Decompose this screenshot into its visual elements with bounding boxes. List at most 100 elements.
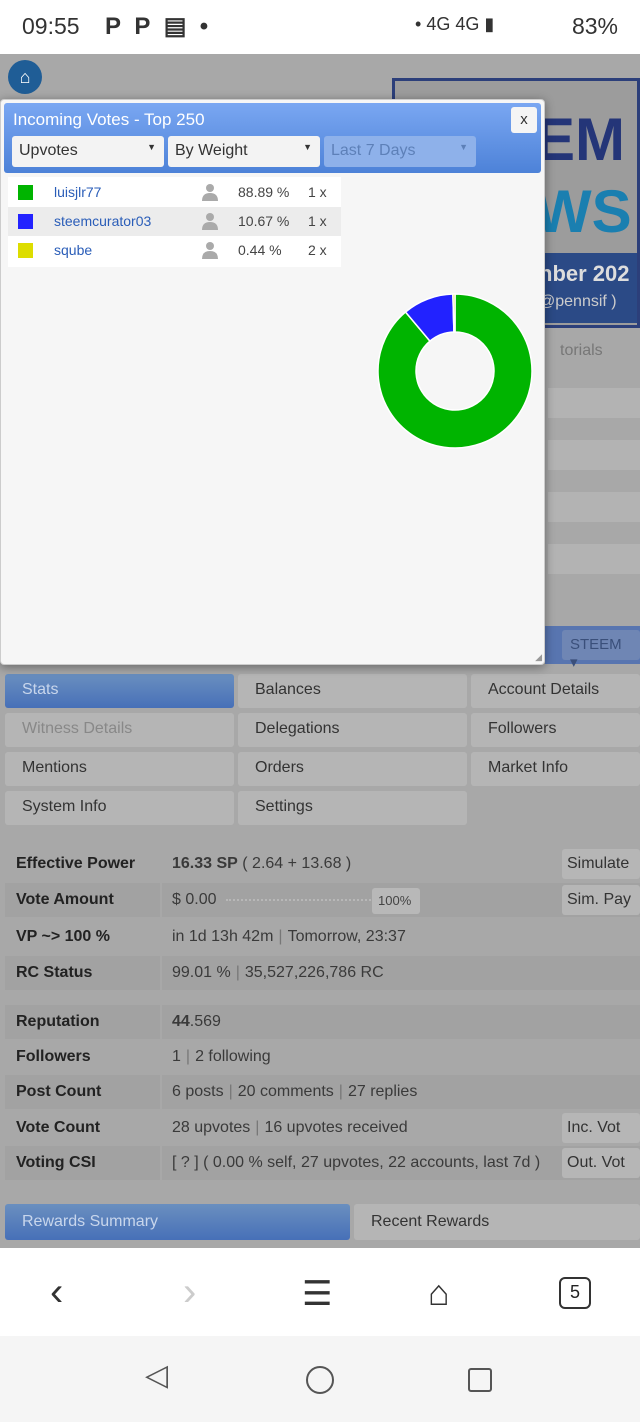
system-home-icon[interactable] (306, 1366, 334, 1394)
stat-label: Vote Count (16, 1119, 101, 1136)
banner-date: nber 202 (539, 261, 630, 286)
stat-detail: 16 upvotes received (264, 1119, 408, 1136)
voter-count: 1 x (308, 213, 327, 229)
close-button[interactable]: x (511, 107, 537, 133)
user-icon[interactable] (202, 241, 218, 259)
tab-delegations[interactable]: Delegations (238, 713, 467, 747)
period-select: Last 7 Days ▼ (324, 136, 476, 167)
menu-row (548, 544, 640, 574)
dropdown-arrow-icon: ▼ (459, 142, 468, 152)
back-icon[interactable]: ‹ (50, 1270, 63, 1315)
home-icon[interactable]: ⌂ (8, 60, 42, 94)
incoming-votes-dialog: Incoming Votes - Top 250 x Upvotes ▼ By W… (0, 99, 545, 665)
tab-recent-rewards[interactable]: Recent Rewards (354, 1204, 640, 1240)
clock: 09:55 (22, 13, 80, 39)
browser-nav-bar: ‹ › ☰ ⌂ 5 (0, 1248, 640, 1336)
voter-count: 1 x (308, 184, 327, 200)
notification-icons: P P ▤ • (105, 13, 209, 40)
stat-detail: 35,527,226,786 RC (244, 964, 384, 981)
stat-post-count: Post Count 6 posts | 20 comments | 27 replie… (5, 1075, 640, 1109)
voters-table: luisjlr77 88.89 % 1 x steemcurator03 10.… (8, 177, 341, 267)
voter-percent: 10.67 % (238, 213, 290, 229)
menu-row (548, 492, 640, 522)
stat-label: Effective Power (16, 855, 136, 872)
forward-icon: › (183, 1270, 197, 1314)
banner-author: @pennsif ) (539, 293, 617, 310)
vote-slider-track[interactable] (226, 899, 371, 901)
stat-value-decimal: .569 (189, 1013, 221, 1030)
stat-label: Reputation (5, 1005, 160, 1039)
tab-balances[interactable]: Balances (238, 674, 467, 708)
system-recents-icon[interactable] (468, 1368, 492, 1392)
vote-type-select[interactable]: Upvotes ▼ (12, 136, 164, 167)
dropdown-arrow-icon: ▼ (303, 142, 312, 152)
voter-link[interactable]: steemcurator03 (54, 213, 151, 229)
signal-icon: • 4G 4G ▮ (415, 14, 495, 34)
stat-value: 6 posts (172, 1083, 224, 1100)
battery-level: 83% (571, 13, 618, 39)
stat-label: Vote Amount (5, 883, 160, 917)
tab-system-info[interactable]: System Info (5, 791, 234, 825)
incoming-votes-button[interactable]: Inc. Vot (562, 1113, 640, 1143)
user-icon[interactable] (202, 212, 218, 230)
stat-value: 20 comments (237, 1083, 334, 1100)
banner-text: EM (535, 106, 625, 173)
banner-text: WS (535, 178, 632, 245)
stat-detail: Tomorrow, 23:37 (287, 928, 406, 945)
tab-stats[interactable]: Stats (5, 674, 234, 708)
menu-icon[interactable]: ☰ (302, 1274, 332, 1314)
stat-value: 1 (172, 1048, 181, 1065)
menu-row (548, 440, 640, 470)
dialog-header[interactable]: Incoming Votes - Top 250 x Upvotes ▼ By W… (4, 103, 541, 173)
legend-swatch (18, 214, 33, 229)
stat-vote-count: Vote Count 28 upvotes | 16 upvotes receive… (5, 1111, 640, 1145)
stat-value: 27 replies (347, 1083, 418, 1100)
tab-followers[interactable]: Followers (471, 713, 640, 747)
stat-label: Followers (16, 1048, 91, 1065)
banner-date-band: nber 202 @pennsif ) (535, 253, 637, 323)
dialog-title: Incoming Votes - Top 250 (13, 110, 205, 129)
resize-handle[interactable]: ◢ (535, 652, 542, 663)
stat-value: 99.01 % (172, 964, 231, 981)
voter-link[interactable]: luisjlr77 (54, 184, 101, 200)
voter-percent: 0.44 % (238, 242, 282, 258)
user-icon[interactable] (202, 183, 218, 201)
stat-label: VP ~> 100 % (16, 928, 110, 945)
stat-voting-csi: Voting CSI [ ? ] ( 0.00 % self, 27 upvot… (5, 1146, 640, 1180)
system-back-icon[interactable]: ◁ (145, 1358, 168, 1393)
home-icon[interactable]: ⌂ (428, 1272, 450, 1314)
currency-select[interactable]: STEEM ▾ (562, 630, 640, 671)
stat-value: 28 upvotes (172, 1119, 251, 1136)
voter-row: steemcurator03 10.67 % 1 x (8, 207, 341, 236)
menu-item[interactable]: torials (560, 342, 640, 360)
tab-rewards-summary[interactable]: Rewards Summary (5, 1204, 350, 1240)
legend-swatch (18, 243, 33, 258)
stat-detail: ( 2.64 + 13.68 ) (242, 855, 352, 872)
stat-value: 44 (172, 1013, 190, 1030)
stat-rc: RC Status 99.01 % | 35,527,226,786 RC (5, 956, 640, 990)
stat-followers: Followers 1 | 2 following (5, 1040, 640, 1074)
status-bar: 09:55 P P ▤ • • 4G 4G ▮ 83% (0, 0, 640, 54)
dropdown-arrow-icon: ▼ (147, 142, 156, 152)
system-nav-bar: ◁ (0, 1336, 640, 1422)
stat-vote-amount: Vote Amount $ 0.00 100% Sim. Pay (5, 883, 640, 917)
sim-pay-button[interactable]: Sim. Pay (562, 885, 640, 915)
tab-settings[interactable]: Settings (238, 791, 467, 825)
vote-slider-handle[interactable]: 100% (372, 888, 420, 914)
stat-reputation: Reputation 44.569 (5, 1005, 640, 1039)
tab-mentions[interactable]: Mentions (5, 752, 234, 786)
voter-link[interactable]: sqube (54, 242, 92, 258)
tab-account-details[interactable]: Account Details (471, 674, 640, 708)
voter-count: 2 x (308, 242, 327, 258)
outgoing-votes-button[interactable]: Out. Vot (562, 1148, 640, 1178)
stat-label: RC Status (5, 956, 160, 990)
stat-detail: 2 following (195, 1048, 271, 1065)
simulate-button[interactable]: Simulate (562, 849, 640, 879)
voter-percent: 88.89 % (238, 184, 290, 200)
tabs-count-button[interactable]: 5 (559, 1277, 591, 1309)
legend-swatch (18, 185, 33, 200)
sort-select[interactable]: By Weight ▼ (168, 136, 320, 167)
tab-orders[interactable]: Orders (238, 752, 467, 786)
stat-value: in 1d 13h 42m (172, 928, 274, 945)
tab-market-info[interactable]: Market Info (471, 752, 640, 786)
